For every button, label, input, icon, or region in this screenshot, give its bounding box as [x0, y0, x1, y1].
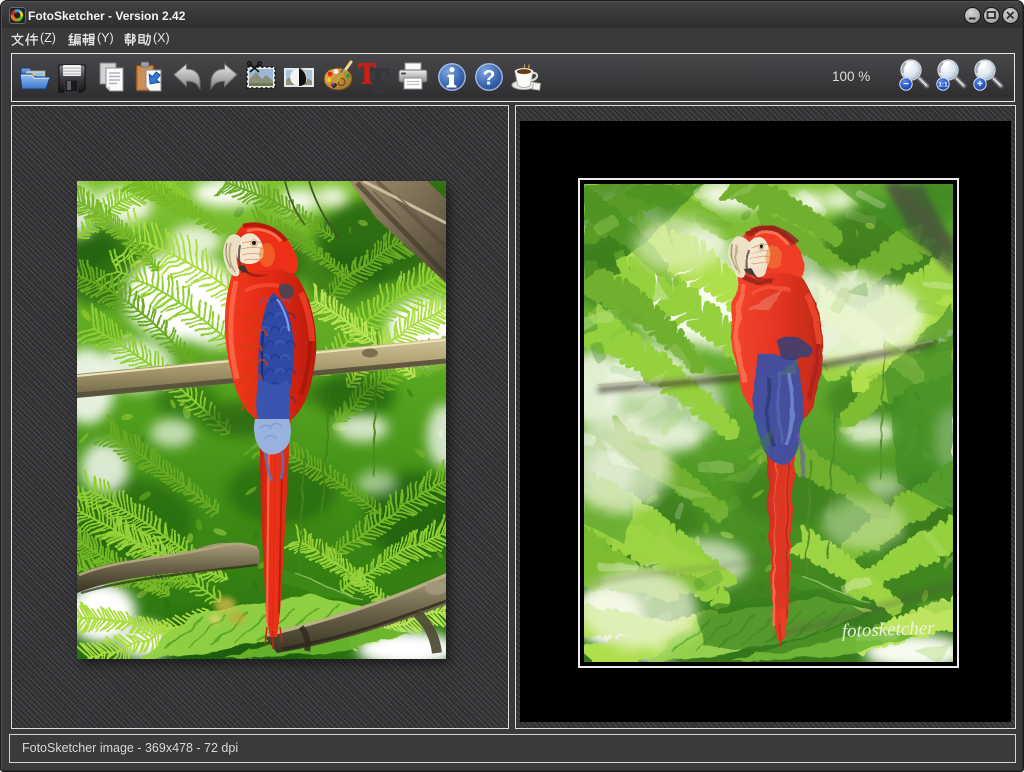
svg-text:1:1: 1:1 — [938, 82, 948, 89]
svg-text:+: + — [977, 79, 983, 90]
svg-text:−: − — [903, 79, 909, 90]
